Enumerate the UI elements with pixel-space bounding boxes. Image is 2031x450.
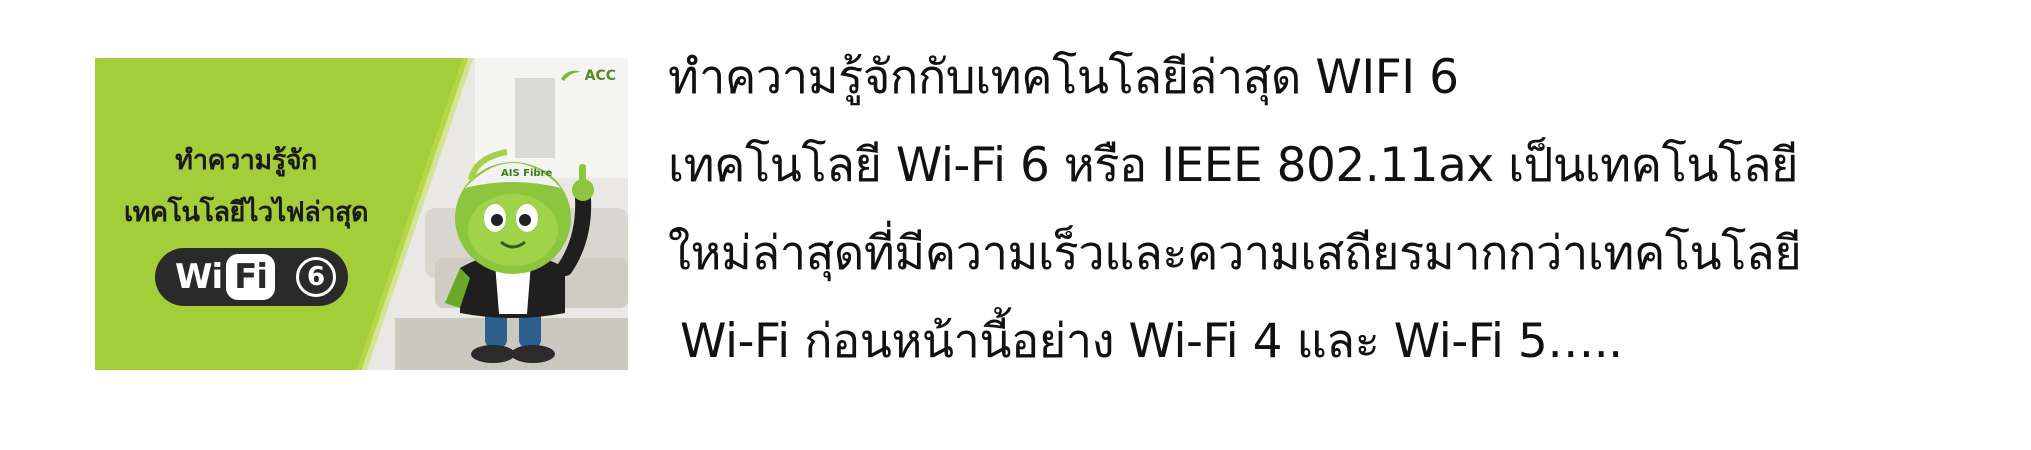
thumbnail-title-line-2: เทคโนโลยีไวไฟล่าสุด	[123, 197, 369, 228]
acc-logo-icon	[560, 70, 581, 81]
article-excerpt[interactable]: ทำความรู้จักกับเทคโนโลยีล่าสุด WIFI 6 เท…	[668, 46, 2008, 398]
wifi-6-badge: Wi Fi 6	[155, 248, 348, 306]
article-title[interactable]: ทำความรู้จักกับเทคโนโลยีล่าสุด WIFI 6	[668, 46, 2008, 110]
wifi-badge-number: 6	[296, 257, 336, 297]
article-line-3: ใหม่ล่าสุดที่มีความเร็วและความเสถียรมากก…	[668, 226, 1802, 281]
wifi-badge-wi: Wi	[175, 257, 223, 297]
acc-logo: ACC	[560, 68, 616, 84]
wifi-badge-fi: Fi	[226, 254, 276, 300]
mascot-cap-text: AIS Fibre	[501, 168, 552, 179]
mascot-illustration: AIS Fibre	[445, 149, 594, 363]
article-line-2: เทคโนโลยี Wi-Fi 6 หรือ IEEE 802.11ax เป็…	[668, 138, 1799, 193]
acc-logo-text: ACC	[584, 68, 616, 84]
article-line-4: Wi-Fi ก่อนหน้านี้อย่าง Wi-Fi 4 และ Wi-Fi…	[680, 314, 1623, 369]
article-thumbnail[interactable]: ACC ทำความรู้จัก เทคโนโลยีไวไฟล่าสุด Wi …	[95, 58, 628, 370]
thumbnail-title-line-1: ทำความรู้จัก	[175, 145, 317, 176]
